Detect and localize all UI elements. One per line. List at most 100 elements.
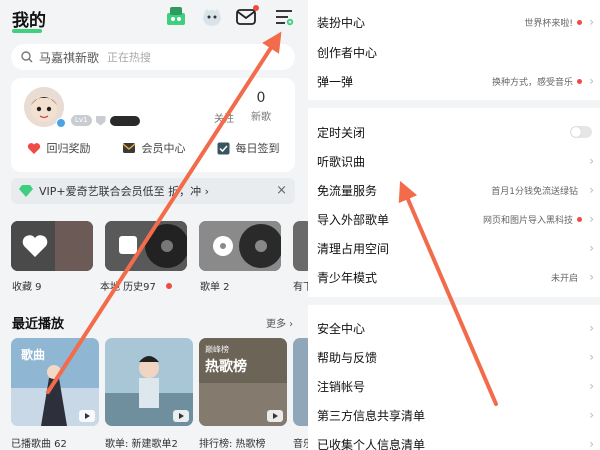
stat-new-songs[interactable]: 0 新歌 xyxy=(251,90,271,123)
menu-item-label: 定时关闭 xyxy=(317,125,366,140)
favorites-tile[interactable] xyxy=(11,221,93,271)
side-menu: 装扮中心 世界杯来啦! › 创作者中心 弹一弹 换种方式，感受音乐 › 定时关闭… xyxy=(308,0,600,450)
music-zone-icon[interactable] xyxy=(164,4,188,28)
recent-playlist-card[interactable] xyxy=(105,338,193,426)
menu-item-label: 听歌识曲 xyxy=(317,154,366,169)
message-unread-dot xyxy=(253,5,259,11)
menu-item-label: 弹一弹 xyxy=(317,74,354,89)
menu-item-label: 导入外部歌单 xyxy=(317,212,390,227)
vip-center-link[interactable]: 会员中心 xyxy=(122,140,186,156)
level-badge[interactable]: Lv1 xyxy=(71,115,92,126)
menu-item-teen-mode[interactable]: 青少年模式 未开启 › xyxy=(308,261,600,293)
cover-title-text: 歌曲 xyxy=(21,348,46,362)
recent-chart-card[interactable]: 巅峰榜 热歌榜 xyxy=(199,338,287,426)
playlist-tile[interactable] xyxy=(199,221,281,271)
stat-follow[interactable]: 关注 xyxy=(214,91,234,125)
search-bar[interactable]: 马嘉祺新歌 正在热搜 xyxy=(11,44,295,70)
menu-item-third-party-list[interactable]: 第三方信息共享清单 › xyxy=(308,399,600,431)
daily-checkin-link[interactable]: 每日签到 xyxy=(217,140,280,156)
menu-item-free-data[interactable]: 免流量服务 首月1分钱免流送绿钻 › xyxy=(308,174,600,206)
menu-item-label: 安全中心 xyxy=(317,321,366,336)
app-screen: 我的 马嘉祺新歌 正在热搜 Lv1 关注 0 新歌 回归奖励 会员中心 每日签到… xyxy=(0,0,600,450)
menu-item-flick[interactable]: 弹一弹 换种方式，感受音乐 › xyxy=(308,65,600,97)
menu-item-import-playlist[interactable]: 导入外部歌单 网页和图片导入黑科技 › xyxy=(308,203,600,235)
recent-chart-label: 排行榜: 热歌榜 xyxy=(199,439,266,450)
chevron-right-icon: › xyxy=(589,408,594,422)
play-icon[interactable] xyxy=(173,410,189,422)
chevron-right-icon: › xyxy=(589,270,594,284)
recent-play-title: 最近播放 xyxy=(12,317,65,332)
chevron-right-icon: › xyxy=(589,437,594,450)
menu-item-security-center[interactable]: 安全中心 › xyxy=(308,312,600,344)
download-label: 有下 xyxy=(293,282,308,293)
verified-badge-icon xyxy=(56,118,66,128)
menu-divider xyxy=(308,297,600,305)
recent-music-card[interactable] xyxy=(293,338,308,426)
chevron-right-icon: › xyxy=(589,241,594,255)
menu-item-hint: 世界杯来啦! xyxy=(524,18,573,29)
more-link[interactable]: 更多 › xyxy=(266,315,293,330)
chevron-right-icon: › xyxy=(589,350,594,364)
search-hot-label: 正在热搜 xyxy=(107,51,152,64)
close-icon[interactable]: × xyxy=(276,183,287,198)
menu-item-creator-center[interactable]: 创作者中心 xyxy=(308,36,600,68)
menu-item-label: 帮助与反馈 xyxy=(317,350,378,365)
play-icon[interactable] xyxy=(79,410,95,422)
envelope-icon xyxy=(122,143,135,153)
chevron-right-icon: › xyxy=(589,154,594,168)
recent-playlist-label: 歌单: 新建歌单2 xyxy=(105,439,178,450)
return-reward-link[interactable]: 回归奖励 xyxy=(27,140,91,156)
stat-follow-label: 关注 xyxy=(214,114,234,125)
profile-card: Lv1 关注 0 新歌 回归奖励 会员中心 每日签到 xyxy=(11,78,295,172)
menu-item-dress-center[interactable]: 装扮中心 世界杯来啦! › xyxy=(308,6,600,38)
menu-item-delete-account[interactable]: 注销帐号 › xyxy=(308,370,600,402)
stat-new-songs-label: 新歌 xyxy=(251,112,271,123)
local-history-dot xyxy=(166,283,172,289)
chevron-right-icon: › xyxy=(589,15,594,29)
heart-icon xyxy=(27,142,40,154)
menu-item-label: 免流量服务 xyxy=(317,183,378,198)
menu-item-hint: 未开启 xyxy=(550,273,578,284)
chevron-right-icon: › xyxy=(589,379,594,393)
local-history-label: 本地 历史97 xyxy=(100,282,156,293)
chevron-right-icon: › xyxy=(589,183,594,197)
daily-checkin-label: 每日签到 xyxy=(235,142,280,155)
chevron-right-icon: › xyxy=(589,212,594,226)
mascot-icon[interactable] xyxy=(200,5,224,29)
menu-icon[interactable] xyxy=(272,5,296,29)
local-history-tile[interactable] xyxy=(105,221,187,271)
search-icon xyxy=(21,51,33,63)
play-icon[interactable] xyxy=(267,410,283,422)
return-reward-label: 回归奖励 xyxy=(46,142,91,155)
profile-quick-links: 回归奖励 会员中心 每日签到 xyxy=(11,140,295,156)
menu-divider xyxy=(308,100,600,108)
favorites-label: 收藏 9 xyxy=(12,282,42,293)
vip-center-label: 会员中心 xyxy=(141,142,186,155)
vip-promo-banner[interactable]: VIP+爱奇艺联合会员低至 折，冲 › × xyxy=(11,178,295,204)
vinyl-icon xyxy=(105,221,187,271)
menu-item-collected-info-list[interactable]: 已收集个人信息清单 › xyxy=(308,428,600,450)
page-title: 我的 xyxy=(12,11,46,31)
chevron-right-icon: › xyxy=(589,74,594,88)
chevron-right-icon: › xyxy=(589,321,594,335)
recent-music-label: 音乐 xyxy=(293,439,308,450)
recent-songs-card[interactable]: 歌曲 xyxy=(11,338,99,426)
vip-promo-text: VIP+爱奇艺联合会员低至 折，冲 › xyxy=(39,185,210,198)
sleep-timer-toggle[interactable] xyxy=(570,126,592,138)
menu-item-label: 第三方信息共享清单 xyxy=(317,408,426,423)
vip-badge-icon xyxy=(109,115,140,126)
cover-title-text: 热歌榜 xyxy=(205,359,247,375)
menu-item-help-feedback[interactable]: 帮助与反馈 › xyxy=(308,341,600,373)
menu-item-sleep-timer[interactable]: 定时关闭 xyxy=(308,116,600,148)
menu-item-song-recognition[interactable]: 听歌识曲 › xyxy=(308,145,600,177)
menu-item-hint: 首月1分钱免流送绿钻 xyxy=(491,186,578,197)
notification-dot xyxy=(577,78,582,84)
menu-item-label: 注销帐号 xyxy=(317,379,366,394)
shield-icon xyxy=(95,115,106,126)
playlist-label: 歌单 2 xyxy=(200,282,230,293)
stat-new-songs-count: 0 xyxy=(256,90,266,106)
search-query: 马嘉祺新歌 xyxy=(39,50,100,65)
download-tile[interactable] xyxy=(293,221,308,271)
menu-item-clear-storage[interactable]: 清理占用空间 › xyxy=(308,232,600,264)
cover-sub-text: 巅峰榜 xyxy=(205,345,229,354)
